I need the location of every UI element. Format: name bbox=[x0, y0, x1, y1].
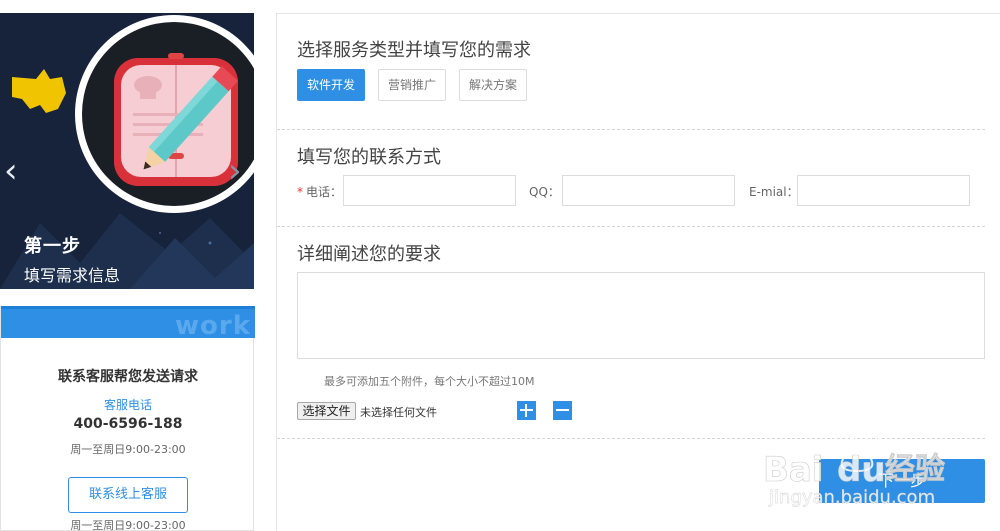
next-step-button[interactable]: 下一步 bbox=[819, 459, 985, 503]
divider bbox=[277, 438, 985, 439]
email-field-label: E-mial： bbox=[749, 185, 799, 199]
required-mark: * bbox=[297, 185, 303, 199]
phone-label-text: 电话： bbox=[306, 185, 343, 199]
phone-hours: 周一至周日9:00-23:00 bbox=[70, 443, 186, 456]
add-attachment-button[interactable] bbox=[517, 401, 536, 420]
phone-input[interactable] bbox=[343, 175, 516, 206]
service-solutions[interactable]: 解决方案 bbox=[459, 69, 527, 101]
details-section-title: 详细阐述您的要求 bbox=[297, 244, 441, 265]
step-banner: ‹ › 第一步 填写需求信息 bbox=[0, 13, 254, 289]
attachment-hint: 最多可添加五个附件，每个大小不超过10M bbox=[324, 375, 535, 388]
divider bbox=[277, 226, 985, 227]
next-slide-arrow[interactable]: › bbox=[228, 151, 242, 191]
notebook-pencil-icon bbox=[75, 15, 254, 213]
requirements-textarea[interactable] bbox=[297, 272, 985, 359]
phone-label: 客服电话 bbox=[103, 398, 152, 412]
requirement-form: 选择服务类型并填写您的需求 软件开发 营销推广 解决方案 填写您的联系方式 * 电… bbox=[276, 13, 1000, 531]
online-hours: 周一至周日9:00-23:00 bbox=[70, 519, 186, 531]
card-header-bar: work bbox=[1, 306, 255, 338]
card-watermark: work bbox=[175, 311, 251, 338]
step-subtitle: 填写需求信息 bbox=[24, 266, 121, 285]
qq-input[interactable] bbox=[562, 175, 735, 206]
phone-number: 400-6596-188 bbox=[73, 416, 183, 432]
minus-icon bbox=[556, 409, 569, 411]
email-input[interactable] bbox=[797, 175, 970, 206]
remove-attachment-button[interactable] bbox=[553, 401, 572, 420]
key-decoration bbox=[12, 69, 66, 113]
contact-card-title: 联系客服帮您发送请求 bbox=[58, 369, 198, 385]
contact-section-title: 填写您的联系方式 bbox=[297, 147, 441, 168]
phone-field-label: * 电话： bbox=[297, 183, 342, 200]
choose-file-button[interactable]: 选择文件 bbox=[297, 402, 356, 420]
file-status: 未选择任何文件 bbox=[360, 406, 437, 419]
online-support-button[interactable]: 联系线上客服 bbox=[68, 477, 188, 513]
contact-card: work 联系客服帮您发送请求 客服电话 400-6596-188 周一至周日9… bbox=[0, 306, 255, 531]
step-title: 第一步 bbox=[24, 236, 81, 257]
service-section-title: 选择服务类型并填写您的需求 bbox=[297, 40, 531, 61]
qq-field-label: QQ： bbox=[529, 185, 560, 199]
prev-slide-arrow[interactable]: ‹ bbox=[4, 151, 18, 191]
service-software-dev[interactable]: 软件开发 bbox=[297, 69, 365, 101]
service-marketing[interactable]: 营销推广 bbox=[378, 69, 446, 101]
divider bbox=[277, 129, 985, 130]
